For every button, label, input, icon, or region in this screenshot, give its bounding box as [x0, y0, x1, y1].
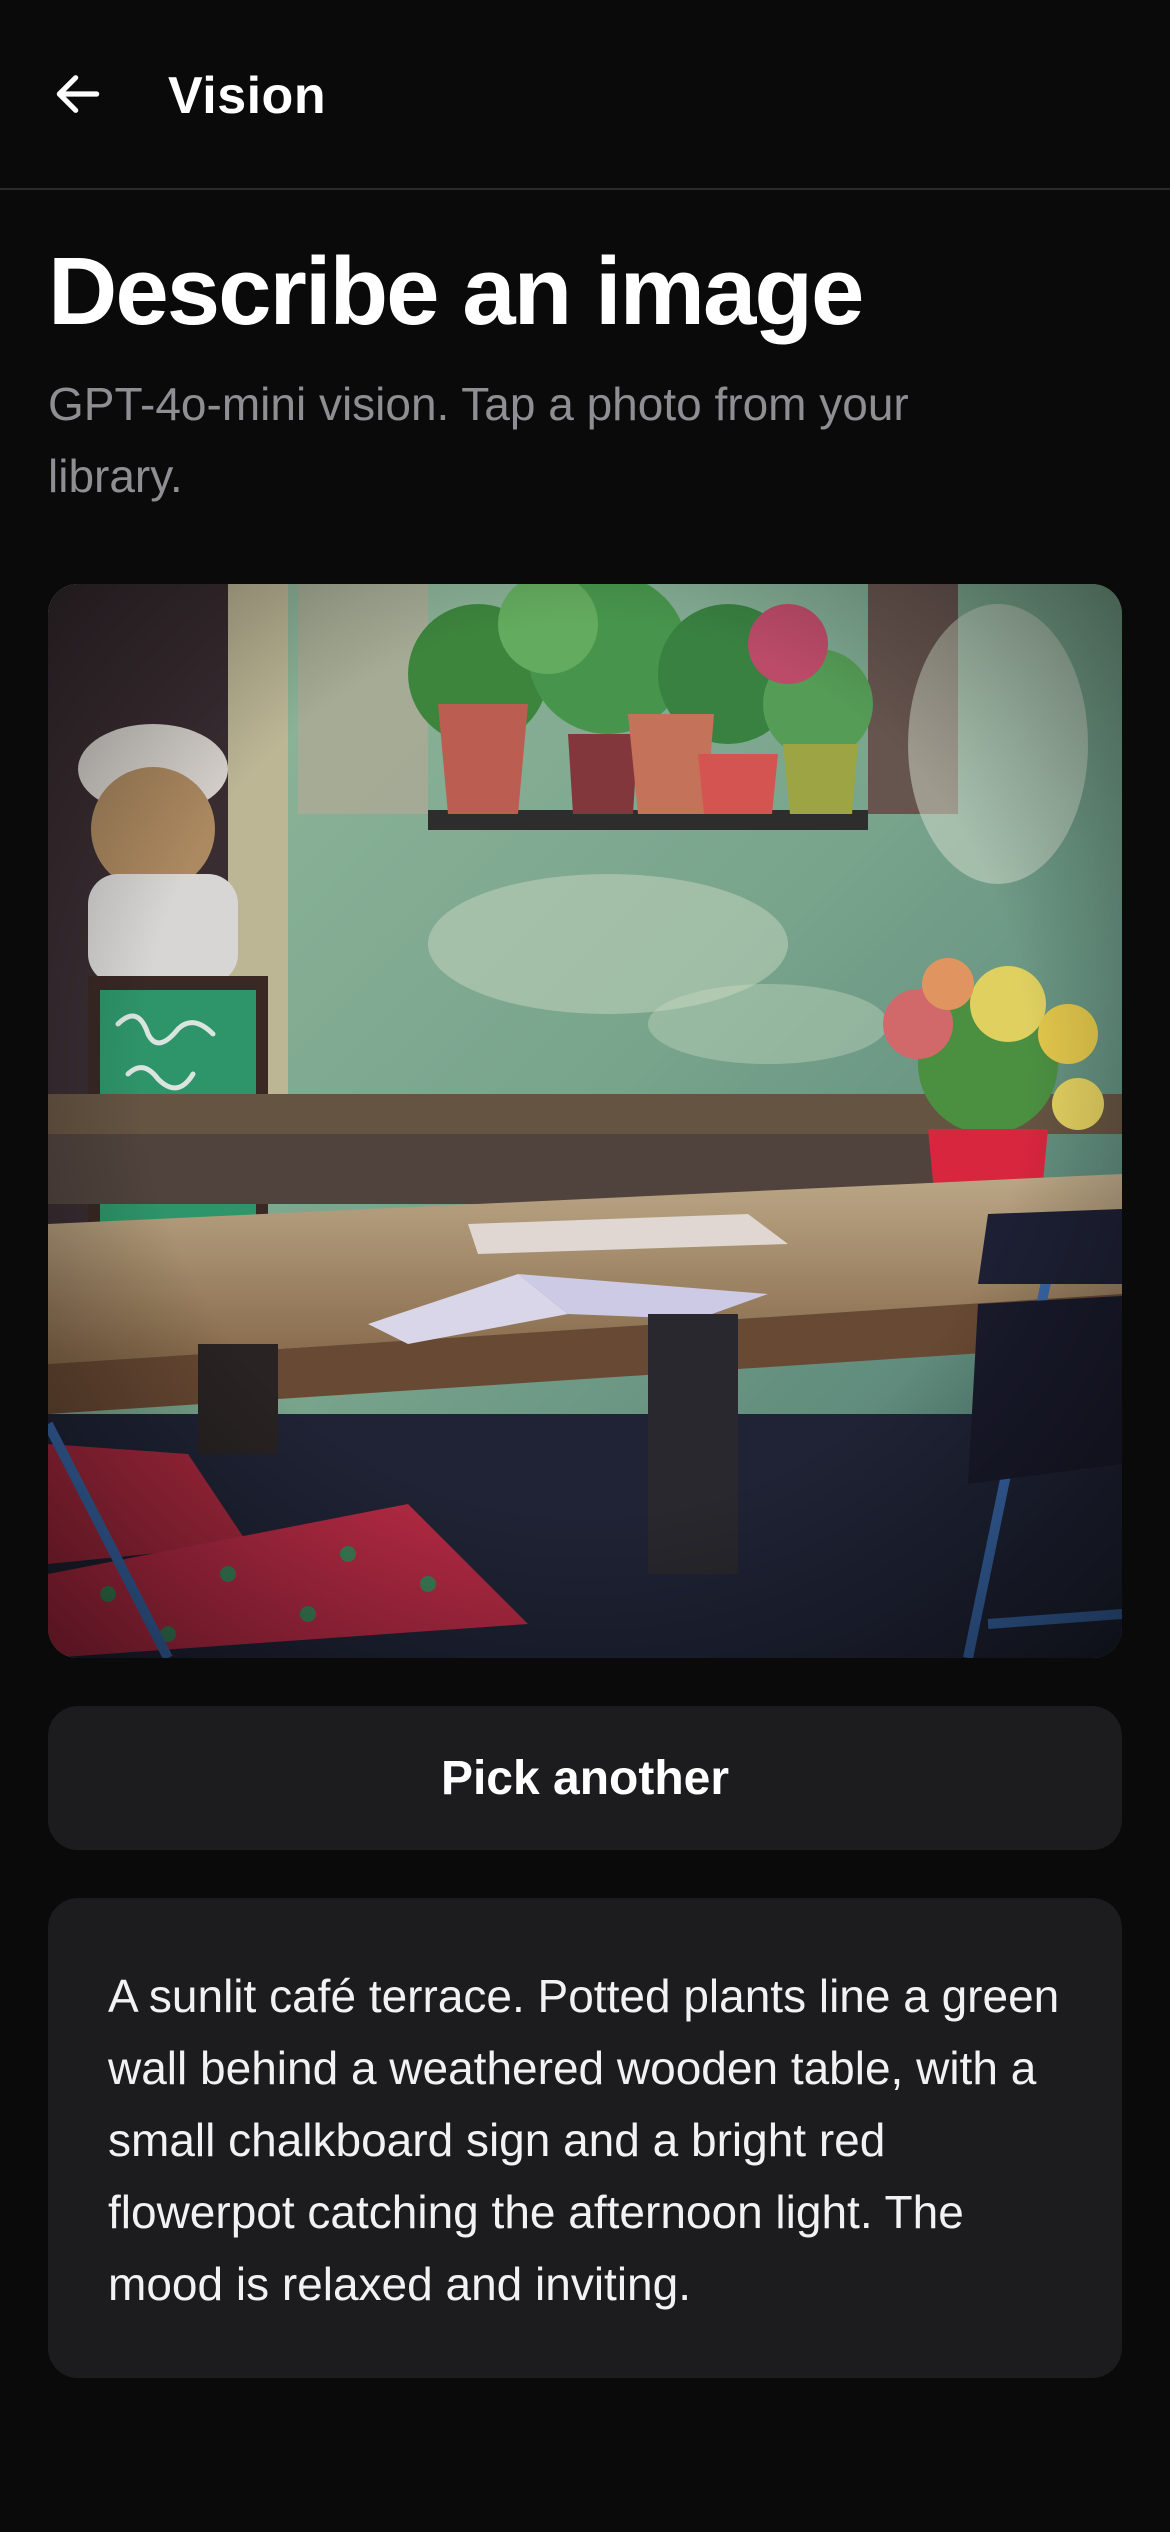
arrow-left-icon	[56, 75, 100, 113]
page-subtitle: GPT-4o-mini vision. Tap a photo from you…	[48, 378, 909, 502]
top-bar: Vision	[0, 0, 1170, 190]
page-title: Describe an image	[48, 238, 864, 345]
photo-illustration	[48, 584, 1122, 1658]
back-button[interactable]	[40, 56, 116, 132]
pick-another-button[interactable]: Pick another	[48, 1706, 1122, 1850]
image-description: A sunlit café terrace. Potted plants lin…	[108, 1970, 1060, 2310]
screen-title: Vision	[168, 67, 327, 125]
app-screen: Vision Describe an image GPT-4o-mini vis…	[0, 0, 1170, 2532]
selected-photo	[48, 584, 1122, 1658]
description-card: A sunlit café terrace. Potted plants lin…	[48, 1898, 1122, 2378]
